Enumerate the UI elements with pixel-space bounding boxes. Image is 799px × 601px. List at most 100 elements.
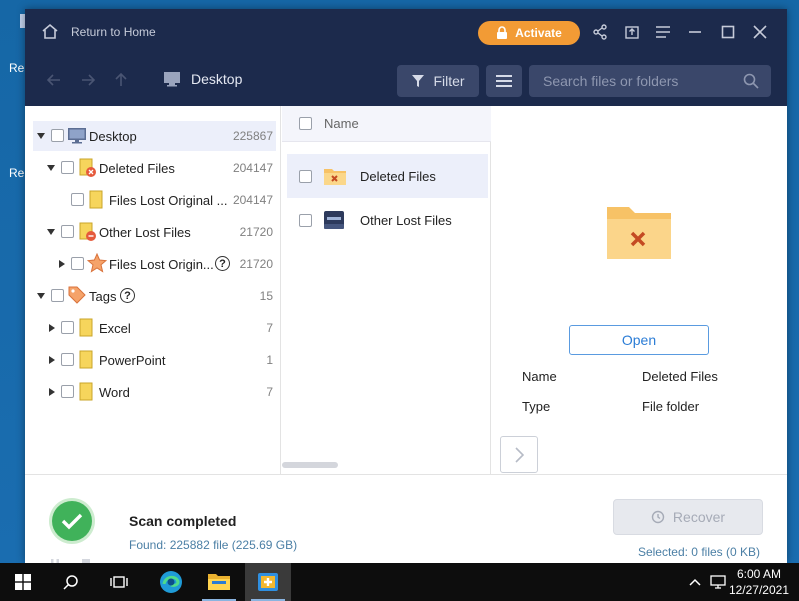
tree-item-count: 7 [266, 385, 273, 399]
expand-toggle[interactable] [49, 324, 55, 332]
lock-icon [497, 26, 508, 39]
scan-status-title: Scan completed [129, 513, 237, 529]
help-icon[interactable]: ? [215, 256, 230, 271]
horizontal-scrollbar[interactable] [282, 462, 338, 468]
expand-toggle[interactable] [49, 356, 55, 364]
folder-tree: Desktop 225867 Deleted Files 204147 File… [25, 106, 281, 474]
task-view-button[interactable] [96, 563, 142, 601]
tree-item-powerpoint[interactable]: PowerPoint 1 [25, 345, 281, 375]
network-tray-button[interactable] [708, 563, 730, 601]
maximize-icon [721, 25, 735, 39]
arrow-left-icon [47, 74, 60, 86]
desktop-label: Re [9, 61, 25, 75]
minimize-button[interactable] [685, 22, 705, 42]
tree-item-files-lost-original[interactable]: Files Lost Original ... 204147 [25, 185, 281, 215]
file-list: Name Deleted Files Other Lost Files [282, 106, 491, 474]
expand-toggle[interactable] [47, 229, 55, 235]
upload-icon [625, 26, 639, 39]
expand-toggle[interactable] [47, 165, 55, 171]
network-icon [710, 575, 726, 589]
chevron-up-icon [689, 578, 701, 586]
tray-overflow-button[interactable] [684, 563, 706, 601]
hamburger-icon [496, 75, 512, 87]
breadcrumb[interactable]: Desktop [163, 71, 242, 87]
list-item-other-lost-files[interactable]: Other Lost Files [287, 198, 488, 242]
tree-item-word[interactable]: Word 7 [25, 377, 281, 407]
tree-checkbox[interactable] [61, 161, 74, 174]
return-home-button[interactable]: Return to Home [41, 23, 156, 40]
tree-item-other-lost-files[interactable]: Other Lost Files 21720 [25, 217, 281, 247]
share-icon [593, 24, 607, 40]
list-item-checkbox[interactable] [299, 213, 312, 227]
tree-item-excel[interactable]: Excel 7 [25, 313, 281, 343]
titlebar: Return to Home Activate [25, 9, 787, 54]
search-icon[interactable] [743, 73, 759, 89]
search-box [529, 65, 771, 97]
drive-icon [324, 211, 344, 229]
tree-checkbox[interactable] [71, 257, 84, 270]
help-icon[interactable]: ? [120, 288, 135, 303]
tree-item-files-lost-origin[interactable]: Files Lost Origin... ? 21720 [25, 249, 281, 279]
taskbar-clock[interactable]: 6:00 AM 12/27/2021 [729, 566, 789, 598]
tree-checkbox[interactable] [61, 321, 74, 334]
tree-checkbox[interactable] [61, 385, 74, 398]
start-button[interactable] [0, 563, 46, 601]
task-view-icon [110, 576, 128, 588]
recover-button[interactable]: Recover [613, 499, 763, 535]
list-item-label: Deleted Files [360, 168, 436, 184]
tree-checkbox[interactable] [51, 129, 64, 142]
search-input[interactable] [529, 65, 739, 97]
tree-item-label: Files Lost Original ... [109, 193, 228, 208]
tree-item-label: Excel [99, 321, 131, 336]
select-all-checkbox[interactable] [299, 117, 312, 130]
tag-icon [68, 286, 86, 304]
expand-toggle[interactable] [49, 388, 55, 396]
back-button[interactable] [45, 71, 63, 89]
menu-button[interactable] [653, 22, 673, 42]
tree-checkbox[interactable] [61, 353, 74, 366]
taskbar-search-button[interactable] [48, 563, 94, 601]
list-item-checkbox[interactable] [299, 169, 312, 183]
close-button[interactable] [750, 22, 770, 42]
menu-icon [656, 26, 670, 38]
breadcrumb-label: Desktop [191, 71, 243, 87]
up-button[interactable] [112, 71, 130, 89]
tree-item-count: 204147 [232, 193, 273, 207]
file-explorer-taskbar-button[interactable] [196, 563, 242, 601]
export-button[interactable] [622, 22, 642, 42]
activate-button[interactable]: Activate [478, 21, 580, 45]
list-header: Name [282, 106, 491, 142]
expand-toggle[interactable] [37, 133, 45, 139]
tree-item-deleted-files[interactable]: Deleted Files 204147 [25, 153, 281, 183]
scan-found-count: Found: 225882 file (225.69 GB) [129, 538, 298, 552]
name-column-header[interactable]: Name [324, 116, 359, 131]
filter-button[interactable]: Filter [397, 65, 479, 97]
tree-item-desktop[interactable]: Desktop 225867 [25, 121, 281, 151]
tree-checkbox[interactable] [71, 193, 84, 206]
tree-checkbox[interactable] [61, 225, 74, 238]
checkmark-icon [61, 513, 83, 530]
maximize-button[interactable] [718, 22, 738, 42]
expand-toggle[interactable] [37, 293, 45, 299]
forward-button[interactable] [79, 71, 97, 89]
list-item-deleted-files[interactable]: Deleted Files [287, 154, 488, 198]
expand-toggle[interactable] [59, 260, 65, 268]
next-button[interactable] [500, 436, 538, 473]
edge-taskbar-button[interactable] [148, 563, 194, 601]
list-item-label: Other Lost Files [360, 212, 452, 228]
tree-item-label: Desktop [89, 129, 137, 144]
view-menu-button[interactable] [486, 65, 522, 97]
deleted-folder-icon [324, 169, 346, 185]
return-home-label: Return to Home [71, 24, 156, 39]
tree-checkbox[interactable] [51, 289, 64, 302]
tree-item-tags[interactable]: Tags ? 15 [25, 281, 281, 311]
tree-item-label: Word [99, 385, 130, 400]
property-label: Type [522, 399, 551, 414]
recovery-app-taskbar-button[interactable] [245, 563, 291, 601]
lost-folder-icon [79, 222, 96, 241]
scan-complete-icon [52, 501, 92, 541]
desktop-label: Re [9, 166, 25, 180]
open-button[interactable]: Open [569, 325, 709, 355]
share-button[interactable] [590, 22, 610, 42]
deleted-folder-icon [79, 158, 96, 177]
